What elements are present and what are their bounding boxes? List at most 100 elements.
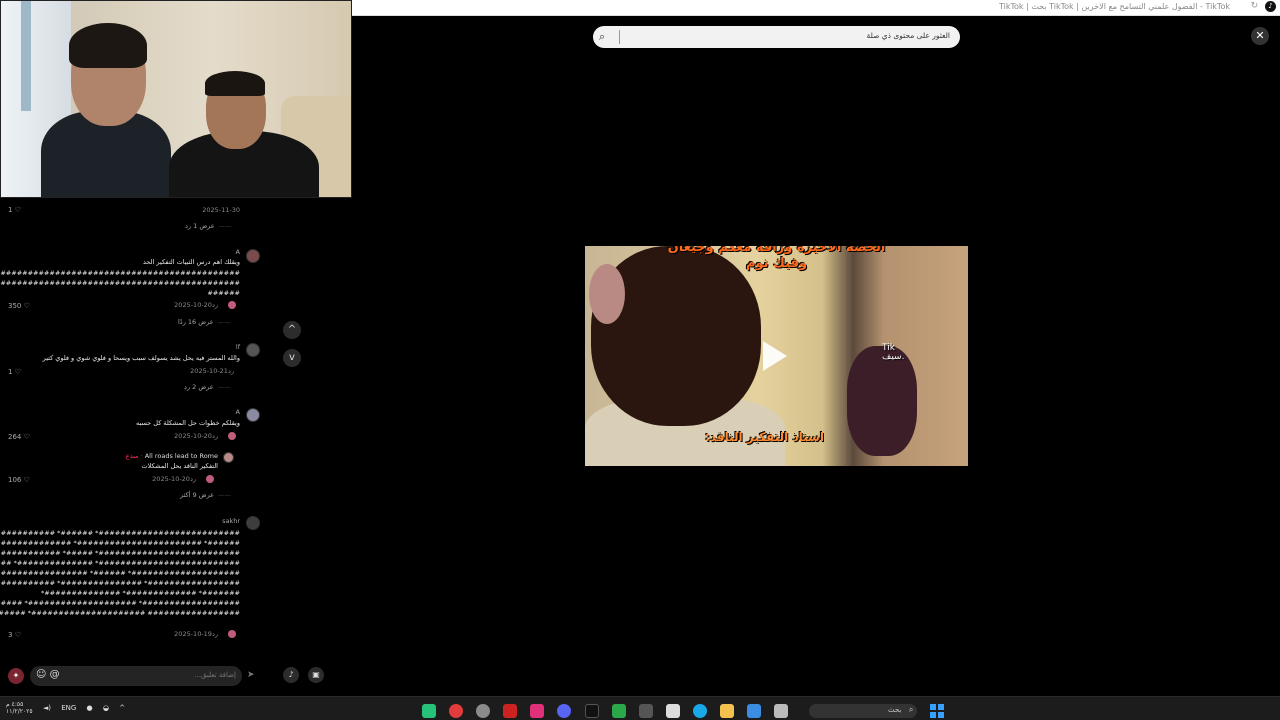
app-icon-red[interactable]	[449, 703, 464, 718]
comment-meta: 2025-10-19رد	[174, 630, 240, 638]
search-bar[interactable]: ⌕ العثور على محتوى ذي صلة	[593, 26, 960, 48]
comment-text: #################* ###############* ####…	[0, 579, 240, 587]
avatar[interactable]	[246, 408, 260, 422]
comment-text: والله المستر فيه يحل يشد يسولف سبب ويسحا…	[42, 354, 240, 362]
view-replies-link[interactable]: عرض 2 رد	[184, 383, 231, 391]
comment-text: ##########################* #####* #####…	[0, 549, 240, 557]
video-caption-top-line2: وفيك نوم	[745, 256, 808, 271]
comment-text: ######* #######################* #######…	[0, 539, 240, 547]
comment-username[interactable]: sakhr	[222, 517, 240, 525]
view-replies-link[interactable]: عرض 1 رد	[185, 222, 232, 230]
taskbar-search-label: بحث	[887, 705, 902, 714]
video-caption-top: الحصه الاخيرة وزاقه معكم وجيعان	[667, 246, 886, 255]
settings-icon[interactable]	[476, 703, 491, 718]
avatar[interactable]	[246, 343, 260, 357]
volume-button[interactable]: ♪	[283, 667, 299, 683]
taskbar-search[interactable]: بحث ⌕	[809, 703, 918, 718]
store-icon[interactable]	[665, 703, 680, 718]
tiktok-app-icon[interactable]	[584, 703, 599, 718]
browser-tab-title[interactable]: TikTok - الفضول علمني التسامح مع الاخرين…	[999, 2, 1230, 11]
play-icon[interactable]	[763, 341, 787, 371]
windows-taskbar: ٤:٥٥ م ١١/٢/٢٠٢٥ ◄) ENG ● ◒ ^ بحث ⌕	[0, 696, 1280, 720]
webcam-overlay	[0, 0, 352, 198]
like-count[interactable]: 1 ♡	[8, 206, 21, 214]
like-count[interactable]: 350 ♡	[8, 302, 30, 310]
next-video-button[interactable]: v	[283, 349, 301, 367]
volume-icon: ♪	[288, 670, 294, 679]
creator-badge: · مبدع	[125, 452, 143, 460]
comment-text: ####################* ######* ##########…	[0, 569, 240, 577]
windows-start-icon[interactable]	[930, 703, 945, 718]
comment-text: ويقلك اهم درس الثبيات التفكير الحد	[142, 258, 240, 266]
volume-tray-icon[interactable]: ◄)	[43, 704, 51, 712]
creator-like-avatar	[228, 630, 236, 638]
video-frame[interactable]: الحصه الاخيرة وزاقه معكم وجيعان وفيك نوم…	[585, 246, 968, 466]
reply-text: التفكير الناقد يحل المشكلات	[141, 462, 218, 470]
video-person-hand	[847, 346, 917, 456]
comment-text: ويقلكم خطوات حل المشكلة كل حسبه	[135, 419, 240, 427]
capcut-icon[interactable]	[530, 703, 545, 718]
copilot-icon[interactable]	[747, 703, 762, 718]
chevron-up-icon: ^	[287, 324, 297, 335]
comment-text: ################# #####################*…	[0, 609, 240, 617]
calendar-app-icon[interactable]	[503, 703, 518, 718]
avatar[interactable]	[246, 516, 260, 530]
comment-username[interactable]: A	[236, 408, 240, 416]
microphone-icon[interactable]: ●	[87, 704, 93, 712]
like-count[interactable]: 106 ♡	[8, 476, 30, 484]
picture-in-picture-icon: ▣	[312, 670, 320, 679]
search-input[interactable]: العثور على محتوى ذي صلة	[867, 31, 950, 40]
comment-username[interactable]: lf	[236, 343, 240, 351]
xbox-icon[interactable]	[611, 703, 626, 718]
reload-icon[interactable]: ↻	[1251, 1, 1259, 11]
app-icon-gray[interactable]	[638, 703, 653, 718]
avatar[interactable]	[246, 249, 260, 263]
pip-button[interactable]: ▣	[308, 667, 324, 683]
reply-username[interactable]: All roads lead to Rome · مبدع	[126, 452, 218, 460]
close-button[interactable]: ✕	[1251, 27, 1269, 45]
search-icon: ⌕	[908, 704, 914, 714]
reply-link[interactable]: رد	[212, 432, 218, 440]
file-explorer-icon[interactable]	[720, 703, 735, 718]
comment-meta: 2025-10-20رد	[174, 301, 240, 309]
comment-text: #######* #############* ##############*	[40, 589, 240, 597]
reply-link[interactable]: رد	[190, 475, 196, 483]
gift-icon[interactable]: ✦	[8, 668, 24, 684]
mention-icon[interactable]: @	[50, 669, 60, 680]
comment-username[interactable]: A	[236, 248, 240, 256]
titlebar-icons: ↻ ♪	[1251, 1, 1276, 12]
edge-icon[interactable]	[692, 703, 707, 718]
clock-time: ٤:٥٥ م	[6, 701, 24, 708]
view-replies-link[interactable]: عرض 9 أكثر	[180, 491, 231, 499]
view-replies-link[interactable]: عرض 16 ردًا	[178, 318, 231, 326]
creator-like-avatar	[228, 432, 236, 440]
tray-overflow-icon[interactable]: ^	[119, 704, 125, 712]
network-icon[interactable]: ◒	[103, 704, 109, 712]
like-count[interactable]: 3 ♡	[8, 631, 21, 639]
comment-date: 2025-11-30	[202, 206, 240, 214]
language-indicator[interactable]: ENG	[61, 704, 76, 712]
taskbar-apps: بحث ⌕	[422, 700, 945, 719]
taskbar-clock[interactable]: ٤:٥٥ م ١١/٢/٢٠٢٥	[6, 701, 33, 715]
search-icon[interactable]: ⌕	[599, 30, 605, 44]
reply-link[interactable]: رد	[212, 301, 218, 309]
video-player[interactable]: ⌕ العثور على محتوى ذي صلة الحصه الاخيرة …	[585, 16, 968, 696]
webcam-person-right-hair	[205, 71, 265, 96]
emoji-icon[interactable]: ☺	[36, 669, 46, 680]
avatar[interactable]	[223, 452, 234, 463]
comment-input[interactable]: ☺ @ إضافة تعليق...	[30, 666, 242, 686]
task-view-icon[interactable]	[774, 703, 789, 718]
comment-text: ######	[207, 289, 240, 297]
comment-meta: 2025-10-20رد	[174, 432, 240, 440]
app-icon-green[interactable]	[422, 703, 436, 718]
video-person-ear	[589, 264, 625, 324]
send-icon[interactable]: ➤	[247, 670, 255, 680]
reply-link[interactable]: رد	[212, 630, 218, 638]
tiktok-logo-icon: ♪	[1265, 1, 1276, 12]
reply-link[interactable]: رد	[228, 367, 234, 375]
previous-video-button[interactable]: ^	[283, 321, 301, 339]
like-count[interactable]: 264 ♡	[8, 433, 30, 441]
like-count[interactable]: 1 ♡	[8, 368, 21, 376]
discord-icon[interactable]	[557, 703, 572, 718]
comments-panel: 2025-11-30 1 ♡ عرض 1 رد A ويقلك اهم درس …	[0, 198, 272, 656]
